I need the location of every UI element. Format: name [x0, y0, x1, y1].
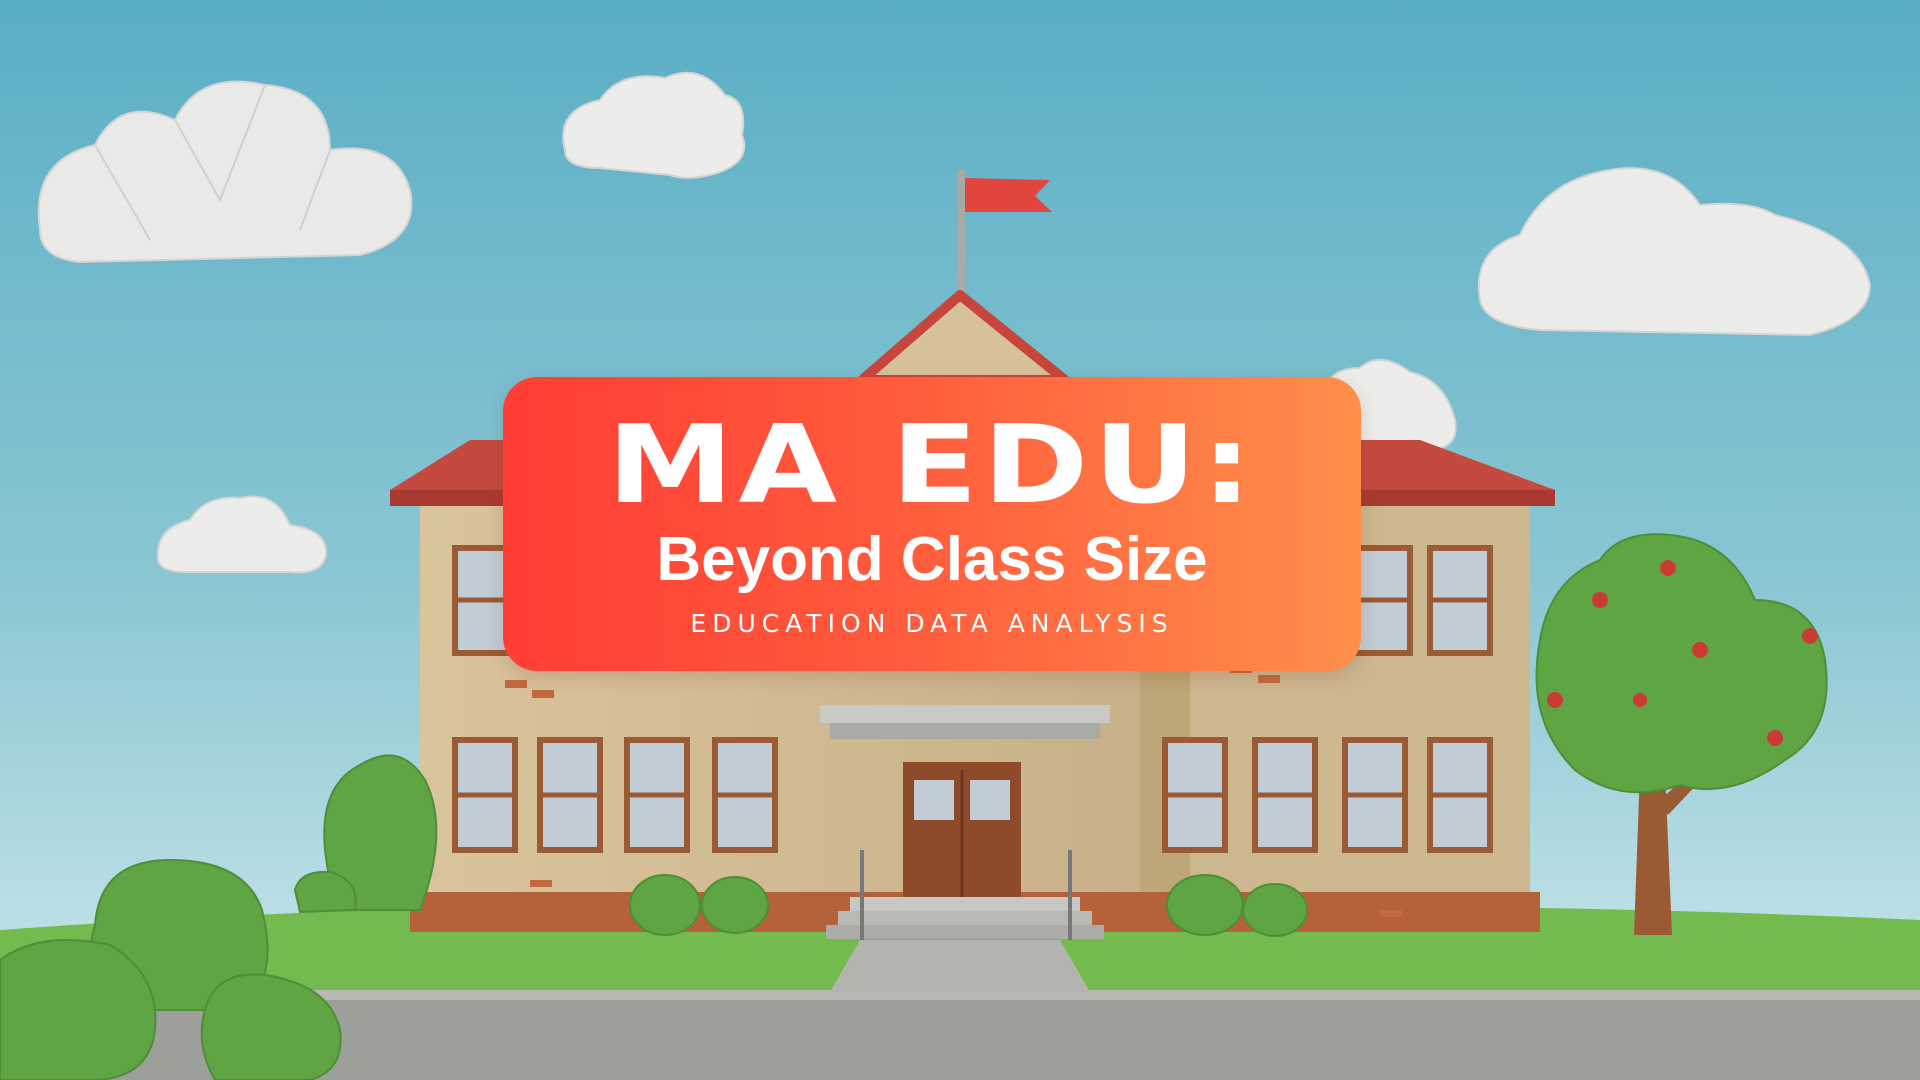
title-heading: MA EDU: — [606, 403, 1258, 528]
title-card: MA EDU: Beyond Class Size EDUCATION DATA… — [503, 377, 1361, 671]
title-slide: MA EDU: Beyond Class Size EDUCATION DATA… — [0, 0, 1920, 1080]
title-tagline: EDUCATION DATA ANALYSIS — [690, 609, 1174, 638]
walkway — [830, 940, 1090, 992]
title-subtitle: Beyond Class Size — [656, 525, 1208, 594]
